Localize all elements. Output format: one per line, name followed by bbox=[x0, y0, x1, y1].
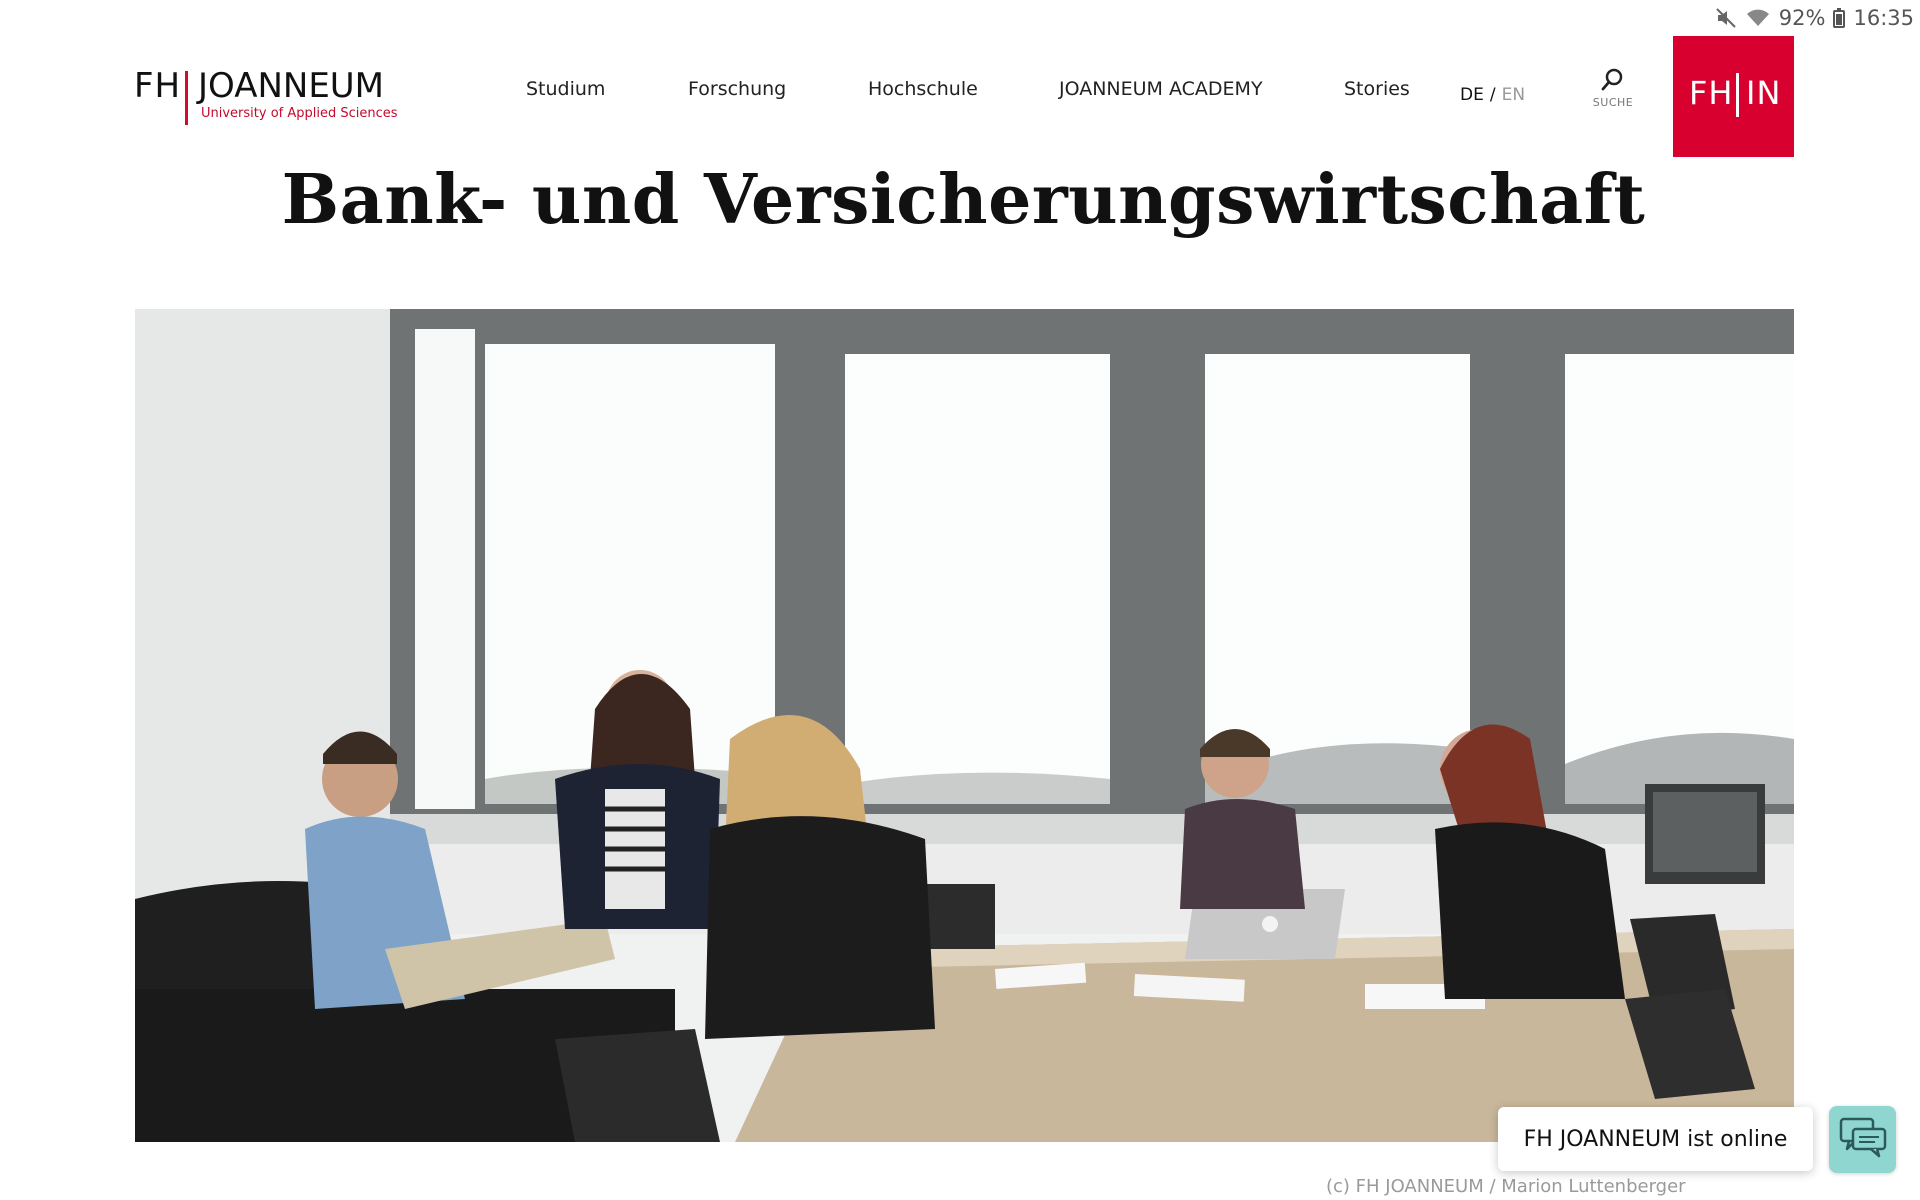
nav-item-studium[interactable]: Studium bbox=[526, 78, 605, 100]
wifi-icon bbox=[1745, 8, 1771, 28]
mute-icon bbox=[1715, 7, 1737, 29]
nav-item-stories[interactable]: Stories bbox=[1344, 78, 1410, 100]
status-bar: 92% 16:35 bbox=[1520, 0, 1920, 36]
lang-separator: / bbox=[1489, 85, 1496, 105]
battery-percent: 92% bbox=[1778, 6, 1826, 30]
chat-online-label: FH JOANNEUM ist online bbox=[1523, 1126, 1788, 1152]
logo-divider bbox=[185, 71, 188, 125]
logo-name: JOANNEUM bbox=[198, 66, 385, 106]
logo-fh: FH bbox=[134, 66, 182, 106]
search-label: SUCHE bbox=[1592, 96, 1634, 109]
page-title: Bank- und Versicherungswirtschaft bbox=[281, 160, 1646, 240]
language-switch: DE / EN bbox=[1460, 85, 1525, 105]
chat-online-bubble[interactable]: FH JOANNEUM ist online bbox=[1498, 1107, 1813, 1171]
fhin-left: FH bbox=[1689, 74, 1734, 112]
nav-item-joanneum-academy[interactable]: JOANNEUM ACADEMY bbox=[1059, 78, 1263, 100]
image-credit: (c) FH JOANNEUM / Marion Luttenberger bbox=[1326, 1176, 1686, 1197]
lang-en[interactable]: EN bbox=[1502, 85, 1525, 105]
fhin-right: IN bbox=[1746, 74, 1782, 112]
site-logo[interactable]: FH JOANNEUM University of Applied Scienc… bbox=[134, 66, 398, 126]
chat-button[interactable] bbox=[1829, 1106, 1896, 1173]
fhin-button[interactable]: FH IN bbox=[1673, 36, 1794, 157]
chat-icon bbox=[1839, 1115, 1887, 1164]
clock: 16:35 bbox=[1853, 6, 1914, 30]
battery-icon bbox=[1833, 8, 1846, 28]
search-icon bbox=[1590, 66, 1636, 94]
nav-item-forschung[interactable]: Forschung bbox=[688, 78, 786, 100]
nav-item-hochschule[interactable]: Hochschule bbox=[868, 78, 978, 100]
fhin-divider bbox=[1736, 73, 1739, 117]
lang-de[interactable]: DE bbox=[1460, 85, 1484, 105]
hero-image bbox=[135, 309, 1794, 1142]
search-button[interactable]: SUCHE bbox=[1590, 66, 1636, 122]
logo-subtitle: University of Applied Sciences bbox=[201, 106, 398, 121]
